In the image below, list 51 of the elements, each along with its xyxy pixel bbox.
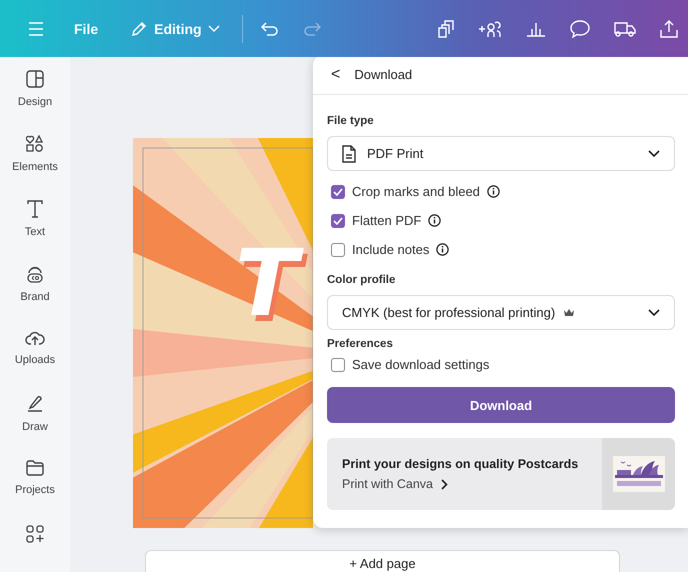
brand-icon <box>26 265 44 283</box>
checkbox-label: Include notes <box>352 242 430 257</box>
panel-title: Download <box>354 67 412 82</box>
promo-card[interactable]: Print your designs on quality Postcards Print with Canva <box>327 438 675 510</box>
checkbox-label: Crop marks and bleed <box>352 184 480 199</box>
checkbox-label: Flatten PDF <box>352 213 422 228</box>
layout-icon <box>26 70 44 88</box>
sidebar-item[interactable]: Design <box>18 70 52 135</box>
checkbox[interactable] <box>331 242 345 256</box>
back-button[interactable]: < <box>327 66 344 84</box>
download-button[interactable]: Download <box>327 387 675 423</box>
shapes-icon <box>26 135 44 153</box>
checkbox-label: Save download settings <box>352 357 490 372</box>
sidebar-item[interactable]: Text <box>24 200 46 265</box>
checkbox[interactable] <box>331 184 345 198</box>
chevron-down-icon <box>208 24 220 32</box>
apps-icon[interactable] <box>26 525 44 543</box>
copies-icon[interactable] <box>438 20 454 38</box>
section-label: Preferences <box>327 338 394 350</box>
text-icon <box>27 200 43 218</box>
undo-icon[interactable] <box>260 22 279 36</box>
add-people-icon[interactable] <box>478 20 502 38</box>
chevron-down-icon <box>648 150 660 158</box>
color-profile-dropdown[interactable]: CMYK (best for professional printing) <box>327 295 675 330</box>
pencil-icon <box>130 20 148 38</box>
info-icon[interactable] <box>436 243 450 256</box>
sidebar-item[interactable]: Projects <box>15 460 55 525</box>
cloud-upload-icon <box>24 330 45 346</box>
checkbox[interactable] <box>331 358 345 372</box>
info-icon[interactable] <box>428 214 442 227</box>
section-label: Color profile <box>327 274 396 286</box>
add-page-button[interactable]: + Add page <box>145 550 620 572</box>
truck-icon[interactable] <box>614 20 636 36</box>
sidebar-item[interactable]: Uploads <box>14 330 56 395</box>
promo-title: Print your designs on quality Postcards <box>342 457 580 471</box>
sidebar-item[interactable]: Draw <box>22 395 48 460</box>
share-icon[interactable] <box>660 20 678 38</box>
comment-icon[interactable] <box>570 20 590 38</box>
chevron-down-icon <box>648 308 660 316</box>
bar-chart-icon[interactable] <box>526 20 546 36</box>
folder-icon <box>26 460 44 476</box>
pen-icon <box>26 395 44 413</box>
print-link[interactable]: Print with Canva <box>342 477 602 491</box>
sidebar-item[interactable]: Elements <box>12 135 58 200</box>
section-label: File type <box>327 115 375 127</box>
chevron-right-icon <box>441 478 448 490</box>
sidebar-item[interactable]: Brand <box>20 265 50 330</box>
document-icon <box>342 144 356 162</box>
info-icon[interactable] <box>486 185 500 198</box>
file-type-dropdown[interactable]: PDF Print <box>327 136 675 171</box>
checkbox[interactable] <box>331 214 345 228</box>
